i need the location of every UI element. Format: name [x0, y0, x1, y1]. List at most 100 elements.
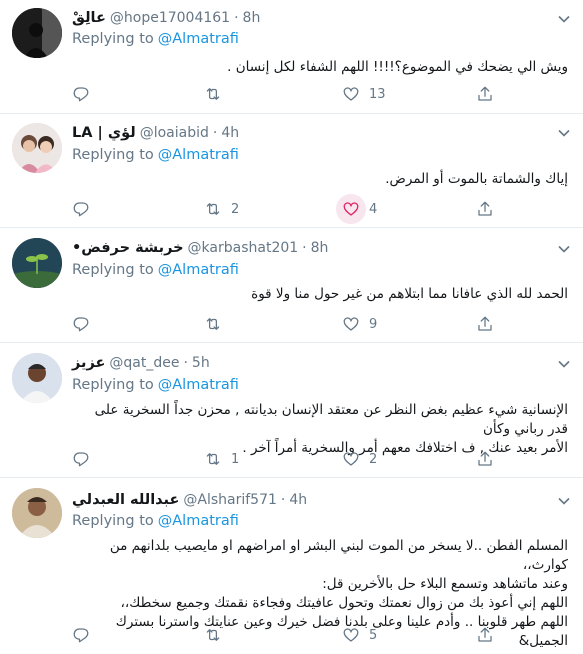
avatar[interactable]	[12, 353, 62, 403]
chevron-down-icon[interactable]	[557, 126, 571, 140]
tweet[interactable]: •خربشة حرفض @karbashat201 · 8h Replying …	[0, 228, 583, 343]
timestamp[interactable]: 5h	[192, 355, 210, 371]
tweet-header: عبدالله العبدلي @Alsharif571 · 4h	[72, 490, 307, 510]
like-count: 2	[369, 451, 378, 467]
replying-to: Replying to @Almatrafi	[72, 147, 239, 163]
chevron-down-icon[interactable]	[557, 357, 571, 371]
replying-to-label: Replying to	[72, 377, 154, 393]
retweet-icon	[206, 629, 220, 641]
share-button[interactable]	[476, 314, 494, 334]
tweet[interactable]: LA | لؤي @loaiabid · 4h Replying to @Alma…	[0, 114, 583, 228]
like-button[interactable]: 2	[342, 449, 377, 469]
user-handle[interactable]: @hope17004161	[110, 10, 230, 26]
like-count: 13	[369, 86, 386, 102]
retweet-count: 1	[231, 451, 240, 467]
like-count: 9	[369, 316, 378, 332]
tweet-text: ويش الي يضحك في الموضوع؟!!!! اللهم الشفا…	[227, 59, 568, 75]
reply-button[interactable]	[72, 314, 99, 334]
retweet-button[interactable]	[204, 84, 231, 104]
tweet-text-line: الإنسانية شيء عظيم بغض النظر عن معتقد ال…	[94, 402, 568, 437]
share-button[interactable]	[476, 625, 494, 645]
chevron-down-icon[interactable]	[557, 242, 571, 256]
chevron-down-icon[interactable]	[557, 494, 571, 508]
like-button[interactable]: 9	[342, 314, 377, 334]
heart-icon	[343, 452, 359, 466]
separator: ·	[280, 492, 286, 508]
user-handle[interactable]: @qat_dee	[109, 355, 179, 371]
tweet[interactable]: عبدالله العبدلي @Alsharif571 · 4h Replyi…	[0, 478, 583, 654]
avatar[interactable]	[12, 238, 62, 288]
replying-to: Replying to @Almatrafi	[72, 31, 239, 47]
mention-link[interactable]: @Almatrafi	[158, 147, 239, 163]
heart-icon	[343, 87, 359, 101]
replying-to: Replying to @Almatrafi	[72, 513, 239, 529]
user-handle[interactable]: @loaiabid	[140, 125, 209, 141]
retweet-button[interactable]: 2	[204, 199, 239, 219]
timestamp[interactable]: 4h	[221, 125, 239, 141]
display-name[interactable]: LA | لؤي	[72, 125, 136, 141]
retweet-icon	[206, 453, 220, 465]
reply-button[interactable]	[72, 625, 99, 645]
timestamp[interactable]: 4h	[289, 492, 307, 508]
share-button[interactable]	[476, 449, 494, 469]
like-button[interactable]: 13	[342, 84, 386, 104]
avatar-image	[12, 353, 62, 403]
reply-icon	[73, 452, 89, 467]
like-count: 5	[369, 627, 378, 643]
separator: ·	[302, 240, 307, 256]
avatar-image	[12, 123, 62, 173]
tweet-actions: 13	[72, 84, 512, 104]
reply-icon	[73, 628, 89, 643]
heart-icon	[343, 628, 359, 642]
share-button[interactable]	[476, 84, 494, 104]
tweet-header: عزيز @qat_dee · 5h	[72, 353, 210, 373]
display-name[interactable]: عبدالله العبدلي	[72, 492, 179, 508]
reply-button[interactable]	[72, 199, 99, 219]
timestamp[interactable]: 8h	[311, 240, 329, 256]
mention-link[interactable]: @Almatrafi	[158, 377, 239, 393]
tweet-header: عالِقْ @hope17004161 · 8h	[72, 8, 260, 28]
retweet-button[interactable]: 1	[204, 449, 239, 469]
separator: ·	[234, 10, 239, 26]
mention-link[interactable]: @Almatrafi	[158, 31, 239, 47]
retweet-icon	[206, 318, 220, 330]
share-button[interactable]	[476, 199, 494, 219]
like-count: 4	[369, 201, 378, 217]
replying-to: Replying to @Almatrafi	[72, 377, 239, 393]
tweet-text: إياك والشماتة بالموت أو المرض.	[385, 171, 568, 187]
retweet-button[interactable]	[204, 625, 231, 645]
mention-link[interactable]: @Almatrafi	[158, 262, 239, 278]
tweet-actions: 2 4	[72, 194, 512, 224]
tweet-actions: 9	[72, 314, 512, 334]
like-button[interactable]: 4	[336, 194, 378, 224]
tweet[interactable]: عزيز @qat_dee · 5h Replying to @Almatrafi…	[0, 343, 583, 478]
tweet[interactable]: عالِقْ @hope17004161 · 8h Replying to @Al…	[0, 0, 583, 114]
reply-button[interactable]	[72, 449, 99, 469]
retweet-icon	[206, 203, 220, 215]
mention-link[interactable]: @Almatrafi	[158, 513, 239, 529]
display-name[interactable]: عزيز	[72, 355, 105, 371]
user-handle[interactable]: @Alsharif571	[183, 492, 277, 508]
reply-icon	[73, 317, 89, 332]
tweet-text: الحمد لله الذي عافانا مما ابتلاهم من غير…	[251, 286, 568, 302]
display-name[interactable]: عالِقْ	[72, 10, 106, 26]
heart-icon	[343, 317, 359, 331]
user-handle[interactable]: @karbashat201	[188, 240, 299, 256]
chevron-down-icon[interactable]	[557, 12, 571, 26]
timestamp[interactable]: 8h	[243, 10, 261, 26]
replying-to: Replying to @Almatrafi	[72, 262, 239, 278]
reply-button[interactable]	[72, 84, 99, 104]
tweet-header: LA | لؤي @loaiabid · 4h	[72, 123, 239, 143]
avatar[interactable]	[12, 123, 62, 173]
retweet-icon	[206, 88, 220, 100]
avatar[interactable]	[12, 488, 62, 538]
replying-to-label: Replying to	[72, 31, 154, 47]
share-icon	[478, 451, 492, 466]
avatar[interactable]	[12, 8, 62, 58]
display-name[interactable]: •خربشة حرفض	[72, 240, 184, 256]
like-button[interactable]: 5	[342, 625, 377, 645]
tweet-text-line: اللهم إني أعوذ بك من زوال نعمتك وتحول عا…	[120, 595, 568, 611]
avatar-image	[12, 238, 62, 288]
heart-icon	[343, 202, 359, 216]
retweet-button[interactable]	[204, 314, 231, 334]
